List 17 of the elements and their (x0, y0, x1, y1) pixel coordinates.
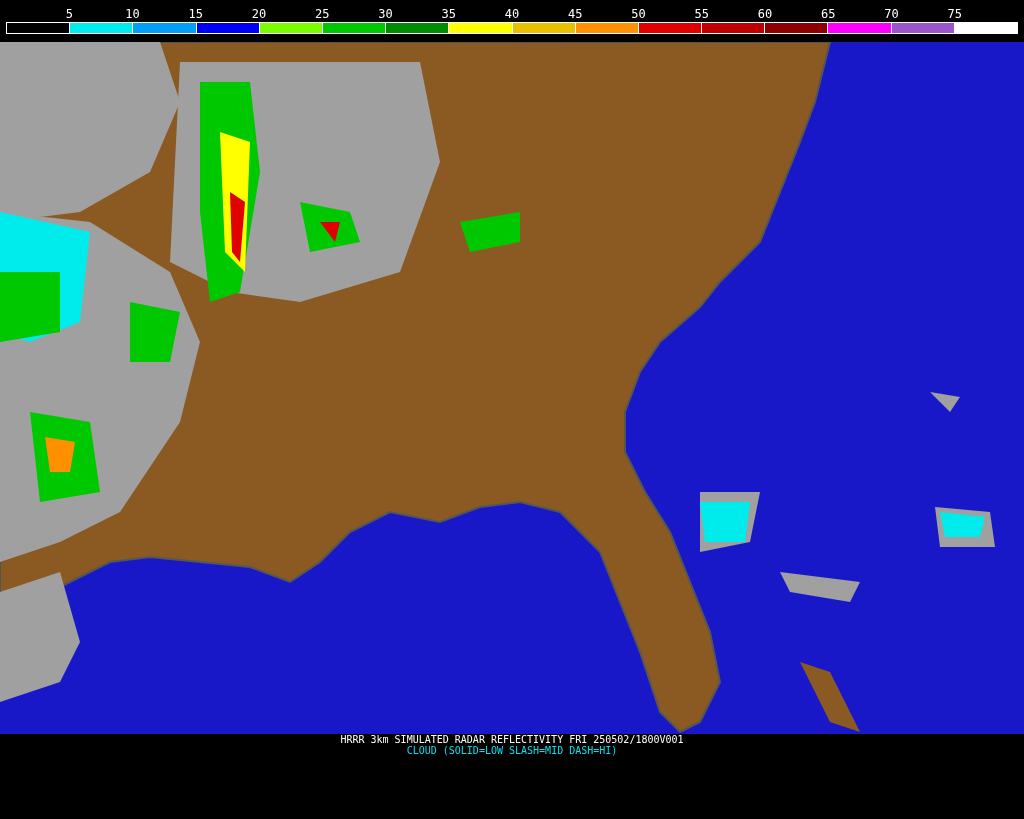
map-subtitle: CLOUD (SOLID=LOW SLASH=MID DASH=HI) (406, 745, 618, 756)
scale-tick-label: 55 (694, 6, 709, 22)
scale-tick-label: 40 (504, 6, 520, 22)
scale-tick-label: 60 (757, 6, 773, 22)
scale-tick-label: 70 (884, 6, 899, 22)
scale-tick-label: 45 (568, 6, 583, 22)
scale-tick-label: 75 (947, 6, 962, 22)
scale-tick-label: 10 (125, 6, 140, 22)
scale-tick-label: 65 (821, 6, 836, 22)
scale-tick-label: 20 (251, 6, 267, 22)
scale-tick-label: 25 (315, 6, 330, 22)
scale-tick-label: 30 (378, 6, 393, 22)
map-title: HRRR 3km SIMULATED RADAR REFLECTIVITY FRI 250502/1800V001 (340, 734, 684, 745)
scale-tick-label: 15 (188, 6, 203, 22)
scale-tick-label: 5 (65, 6, 73, 22)
scale-tick-label: 50 (631, 6, 646, 22)
scale-tick-label: 35 (441, 6, 456, 22)
